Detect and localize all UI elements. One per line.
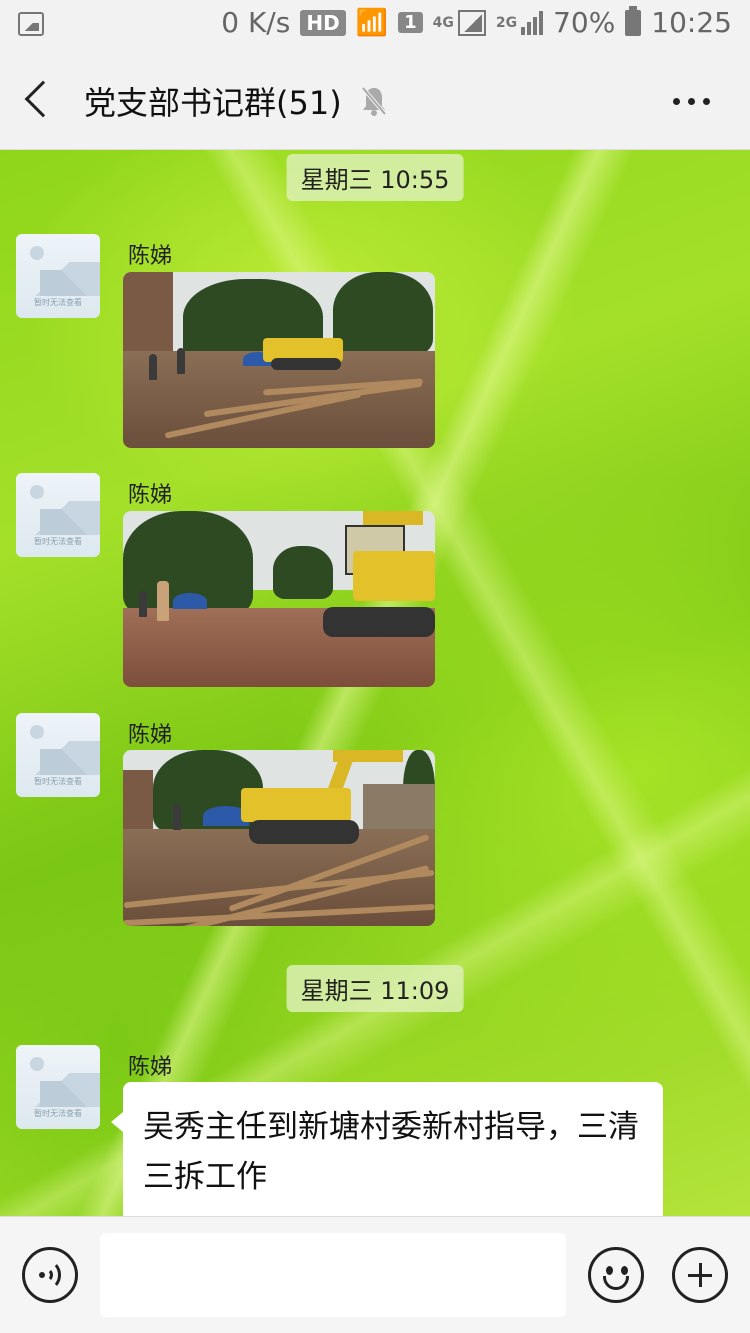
chat-area[interactable]: 星期三 10:55 暂时无法查看 陈娣 暂时无法查看 陈娣 暂时无法查看 陈娣 …	[0, 150, 750, 1216]
sim-badge: 1	[398, 12, 423, 33]
text-message-bubble[interactable]: 吴秀主任到新塘村委新村指导，三清三拆工作	[111, 1082, 663, 1216]
image-message[interactable]	[123, 272, 435, 448]
more-dots-icon[interactable]	[673, 98, 710, 105]
avatar[interactable]: 暂时无法查看	[16, 713, 100, 797]
clock: 10:25	[651, 6, 732, 39]
signal-4g-icon	[457, 9, 486, 36]
sender-name: 陈娣	[128, 1055, 173, 1080]
avatar-caption: 暂时无法查看	[34, 537, 82, 546]
avatar-caption: 暂时无法查看	[34, 298, 82, 307]
chat-header: 党支部书记群(51)	[0, 52, 750, 150]
net-4g-label: 4G	[432, 14, 454, 31]
message-text: 吴秀主任到新塘村委新村指导，三清三拆工作	[143, 1109, 639, 1195]
voice-icon[interactable]	[22, 1247, 78, 1303]
battery-icon	[625, 5, 642, 36]
avatar-caption: 暂时无法查看	[34, 1109, 82, 1118]
avatar[interactable]: 暂时无法查看	[16, 234, 100, 318]
hd-badge: HD	[300, 9, 346, 36]
image-message[interactable]	[123, 750, 435, 926]
chat-title: 党支部书记群(51)	[84, 84, 342, 122]
avatar-caption: 暂时无法查看	[34, 777, 82, 786]
battery-percent: 70%	[553, 6, 616, 39]
image-message[interactable]	[123, 511, 435, 687]
network-speed: 0 K/s	[221, 6, 291, 39]
gallery-notification-icon	[18, 12, 44, 36]
wifi-icon: 📶	[355, 7, 389, 38]
sender-name: 陈娣	[128, 723, 173, 748]
back-arrow-icon[interactable]	[24, 80, 62, 118]
plus-icon[interactable]	[672, 1247, 728, 1303]
emoji-icon[interactable]	[588, 1247, 644, 1303]
avatar[interactable]: 暂时无法查看	[16, 473, 100, 557]
sender-name: 陈娣	[128, 483, 173, 508]
time-tag: 星期三 11:09	[286, 965, 464, 1012]
sender-name: 陈娣	[128, 244, 173, 269]
status-indicators: 0 K/s HD 📶 1 4G 2G 70% 10:25	[221, 5, 732, 39]
status-bar: 0 K/s HD 📶 1 4G 2G 70% 10:25	[0, 0, 750, 52]
bell-muted-icon	[361, 86, 387, 116]
message-input[interactable]	[100, 1233, 566, 1317]
net-2g-label: 2G	[495, 14, 518, 31]
avatar[interactable]: 暂时无法查看	[16, 1045, 100, 1129]
signal-2g-icon	[521, 10, 544, 35]
input-bar	[0, 1216, 750, 1333]
time-tag: 星期三 10:55	[286, 154, 464, 201]
